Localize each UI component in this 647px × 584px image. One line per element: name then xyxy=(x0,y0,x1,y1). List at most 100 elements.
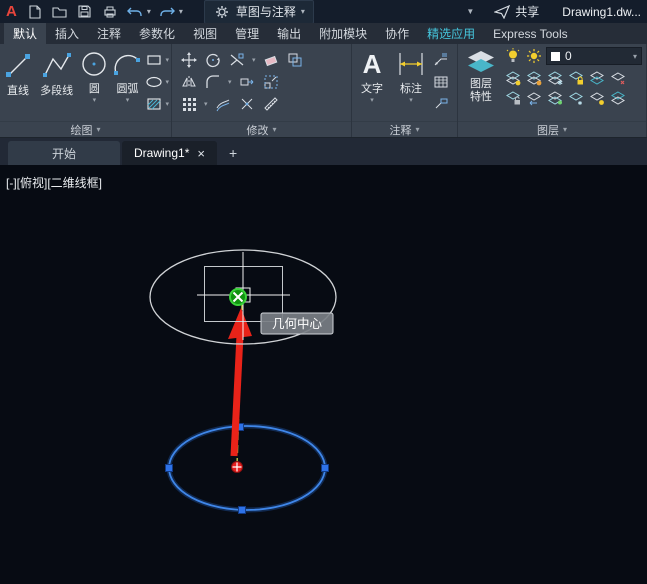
array-dropdown-arrow[interactable]: ▾ xyxy=(204,101,208,108)
line-tool-button[interactable]: 直线 xyxy=(2,47,34,121)
share-label: 共享 xyxy=(515,3,539,20)
ribbon-tab-output[interactable]: 输出 xyxy=(268,23,310,44)
modify-panel-title: 修改 xyxy=(246,122,268,138)
erase-tool-button[interactable] xyxy=(262,51,280,69)
rectangle-dropdown-arrow[interactable]: ▾ xyxy=(165,57,169,64)
ribbon-tab-annotate[interactable]: 注释 xyxy=(88,23,130,44)
rotate-tool-button[interactable] xyxy=(204,51,222,69)
array-tool-button[interactable] xyxy=(180,95,198,113)
ribbon-tab-insert[interactable]: 插入 xyxy=(46,23,88,44)
ellipse-dropdown-arrow[interactable]: ▾ xyxy=(165,79,169,86)
autocad-logo[interactable]: A xyxy=(6,3,17,20)
rectangle-tool-button[interactable]: ▾ xyxy=(145,51,169,69)
draw-panel-label[interactable]: 绘图 ▾ xyxy=(0,121,171,137)
layer-walk-button[interactable] xyxy=(609,69,627,87)
ribbon-tab-manage[interactable]: 管理 xyxy=(226,23,268,44)
layer-prev-button[interactable] xyxy=(525,89,543,107)
dimension-dropdown-arrow[interactable]: ▾ xyxy=(409,97,413,104)
plot-button[interactable] xyxy=(101,3,119,21)
qat-overflow-button[interactable]: ▼ xyxy=(460,7,480,16)
move-tool-button[interactable] xyxy=(180,51,198,69)
layer-freeze-button[interactable] xyxy=(546,69,564,87)
layer-properties-button[interactable]: 图层 特性 xyxy=(462,47,500,121)
text-tool-button[interactable]: A 文字 ▾ xyxy=(354,47,390,121)
ribbon-tab-parametric[interactable]: 参数化 xyxy=(130,23,184,44)
layer-match-button[interactable] xyxy=(588,69,606,87)
layers-panel-expand-arrow: ▾ xyxy=(563,125,567,134)
mirror-tool-button[interactable] xyxy=(180,73,198,91)
arc-dropdown-arrow[interactable]: ▾ xyxy=(126,97,130,104)
annotation-panel-label[interactable]: 注释 ▾ xyxy=(352,121,457,137)
ribbon-tab-express-tools[interactable]: Express Tools xyxy=(484,23,576,44)
circle-icon xyxy=(79,49,109,79)
multileader-tool-button[interactable] xyxy=(432,95,450,113)
layer-dropdown[interactable]: 0 ▾ xyxy=(546,47,642,65)
new-drawing-button[interactable]: + xyxy=(219,141,247,165)
layer-dropdown-arrow: ▾ xyxy=(633,52,637,61)
table-tool-button[interactable] xyxy=(432,73,450,91)
save-button[interactable] xyxy=(76,3,94,21)
ribbon-tab-home[interactable]: 默认 xyxy=(4,23,46,44)
polyline-tool-button[interactable]: 多段线 xyxy=(36,47,77,121)
offset-tool-button[interactable] xyxy=(214,95,232,113)
undo-button[interactable] xyxy=(126,3,144,21)
hatch-dropdown-arrow[interactable]: ▾ xyxy=(165,101,169,108)
layers-panel-label[interactable]: 图层 ▾ xyxy=(458,121,646,137)
file-tab-drawing1[interactable]: Drawing1* × xyxy=(122,141,217,165)
measure-tool-button[interactable] xyxy=(262,95,280,113)
workspace-switcher[interactable]: 草图与注释 ▾ xyxy=(204,0,314,24)
file-tab-start[interactable]: 开始 xyxy=(8,141,120,165)
ribbon-tab-featured-apps[interactable]: 精选应用 xyxy=(418,23,484,44)
redo-dropdown-arrow[interactable]: ▾ xyxy=(179,7,183,16)
circle-tool-button[interactable]: 圆 ▾ xyxy=(79,47,109,121)
layers-panel-title: 图层 xyxy=(537,122,559,138)
workspace-label: 草图与注释 xyxy=(236,3,296,20)
ribbon-tab-view[interactable]: 视图 xyxy=(184,23,226,44)
circle-dropdown-arrow[interactable]: ▾ xyxy=(93,97,97,104)
bottom-ellipse[interactable] xyxy=(169,426,325,510)
stretch-tool-button[interactable] xyxy=(238,73,256,91)
grip-left[interactable] xyxy=(166,465,173,472)
grip-bottom[interactable] xyxy=(239,507,246,514)
layer-freeze-all-button[interactable] xyxy=(567,89,585,107)
ribbon-tab-addins[interactable]: 附加模块 xyxy=(310,23,376,44)
layers-panel: 图层 特性 0 ▾ xyxy=(458,44,647,137)
open-folder-button[interactable] xyxy=(51,3,69,21)
copy-tool-button[interactable] xyxy=(286,51,304,69)
leader-tool-button[interactable] xyxy=(432,51,450,69)
close-tab-icon[interactable]: × xyxy=(197,146,205,161)
layer-isolate-button[interactable] xyxy=(525,69,543,87)
layer-lock-button[interactable] xyxy=(567,69,585,87)
layer-unlock-button[interactable] xyxy=(504,89,522,107)
viewport-controls[interactable]: [-][俯视][二维线框] xyxy=(6,174,102,191)
redo-button[interactable] xyxy=(158,3,176,21)
layer-merge-button[interactable] xyxy=(609,89,627,107)
layer-sun-icon[interactable] xyxy=(525,47,543,65)
grip-right[interactable] xyxy=(322,465,329,472)
arc-tool-button[interactable]: 圆弧 ▾ xyxy=(111,47,143,121)
new-file-button[interactable] xyxy=(26,3,44,21)
share-button[interactable]: 共享 xyxy=(487,3,545,21)
dimension-icon xyxy=(396,49,426,79)
polyline-tool-label: 多段线 xyxy=(40,82,73,98)
modify-panel-label[interactable]: 修改 ▾ xyxy=(172,121,351,137)
fillet-dropdown-arrow[interactable]: ▾ xyxy=(228,79,232,86)
undo-dropdown-arrow[interactable]: ▾ xyxy=(147,7,151,16)
explode-tool-button[interactable] xyxy=(238,95,256,113)
trim-tool-button[interactable] xyxy=(228,51,246,69)
hatch-tool-button[interactable]: ▾ xyxy=(145,95,169,113)
layer-on-all-button[interactable] xyxy=(588,89,606,107)
dimension-tool-button[interactable]: 标注 ▾ xyxy=(392,47,430,121)
drawing-area[interactable]: 几何中心 [-][俯视][二维线框] xyxy=(0,165,647,584)
ribbon-tab-collaborate[interactable]: 协作 xyxy=(376,23,418,44)
ellipse-tool-button[interactable]: ▾ xyxy=(145,73,169,91)
fillet-tool-button[interactable] xyxy=(204,73,222,91)
annotation-panel: A 文字 ▾ 标注 ▾ 注释 ▾ xyxy=(352,44,458,137)
layer-off-button[interactable] xyxy=(504,69,522,87)
layer-state-button[interactable] xyxy=(546,89,564,107)
text-dropdown-arrow[interactable]: ▾ xyxy=(370,97,374,104)
scale-tool-button[interactable] xyxy=(262,73,280,91)
trim-dropdown-arrow[interactable]: ▾ xyxy=(252,57,256,64)
start-tab-label: 开始 xyxy=(52,145,76,162)
layer-bulb-icon[interactable] xyxy=(504,47,522,65)
